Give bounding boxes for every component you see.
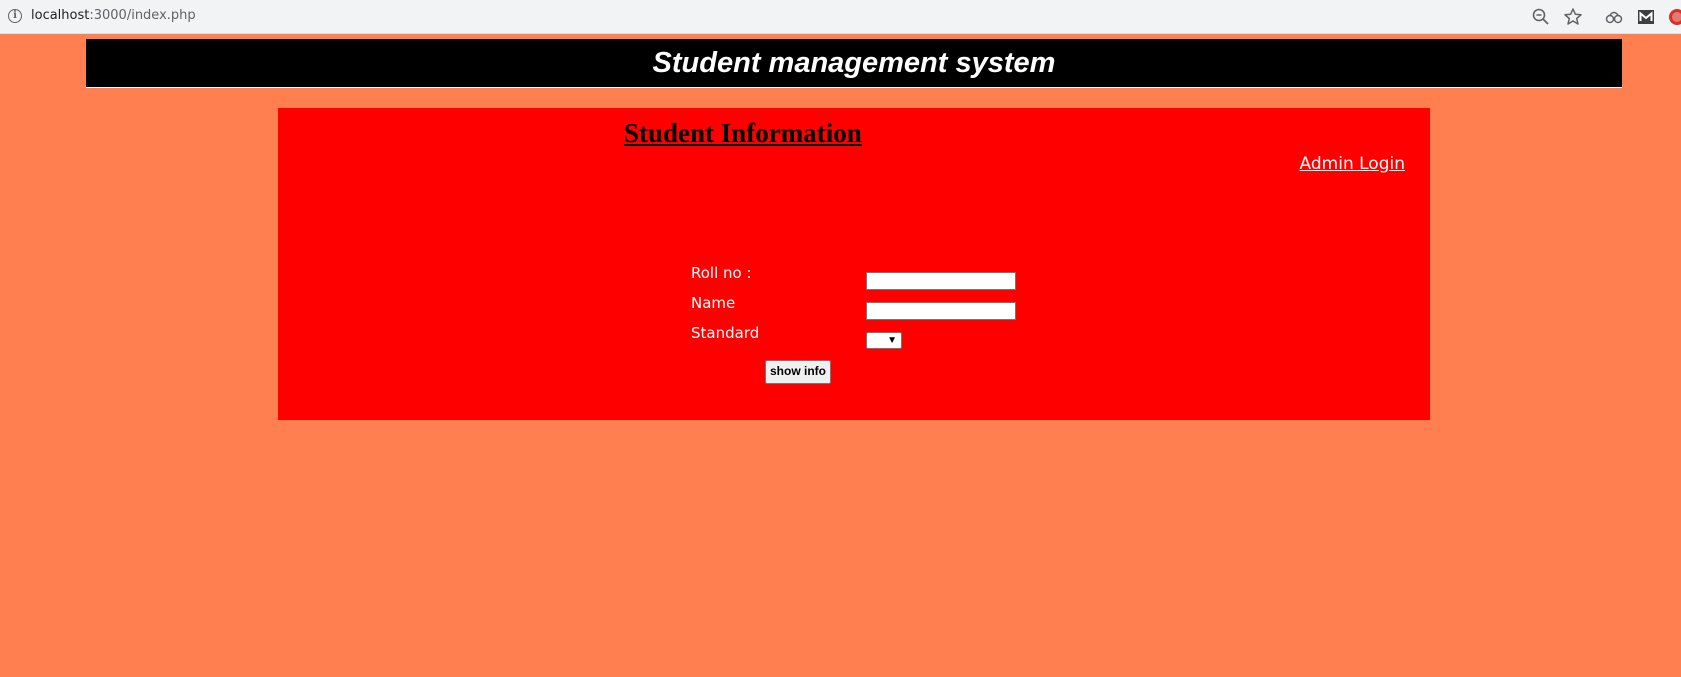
site-header: Student management system bbox=[86, 39, 1622, 88]
standard-select[interactable]: ▼ bbox=[866, 332, 902, 349]
url-host: localhost bbox=[31, 8, 90, 23]
address-bar[interactable]: localhost:3000/index.php bbox=[31, 8, 196, 23]
zoom-out-icon[interactable] bbox=[1531, 7, 1551, 27]
extension-icon[interactable] bbox=[1604, 7, 1624, 27]
show-info-button[interactable]: show info bbox=[765, 360, 831, 384]
chevron-down-icon: ▼ bbox=[887, 335, 897, 346]
url-path: :3000/index.php bbox=[89, 8, 196, 23]
student-info-panel: Student Information Admin Login Roll no … bbox=[278, 108, 1430, 420]
profile-icon[interactable] bbox=[1667, 7, 1681, 27]
standard-label: Standard bbox=[691, 324, 760, 342]
name-input[interactable] bbox=[866, 302, 1016, 320]
gmail-icon[interactable] bbox=[1636, 7, 1656, 27]
info-icon[interactable]: i bbox=[8, 9, 22, 23]
admin-login-link[interactable]: Admin Login bbox=[1300, 154, 1405, 174]
star-icon[interactable] bbox=[1563, 7, 1583, 27]
panel-title: Student Information bbox=[624, 118, 862, 148]
browser-toolbar: i localhost:3000/index.php bbox=[0, 0, 1681, 34]
page-body: Student management system Student Inform… bbox=[0, 34, 1681, 677]
roll-no-label: Roll no : bbox=[691, 264, 752, 282]
roll-no-input[interactable] bbox=[866, 272, 1016, 290]
name-label: Name bbox=[691, 294, 736, 312]
